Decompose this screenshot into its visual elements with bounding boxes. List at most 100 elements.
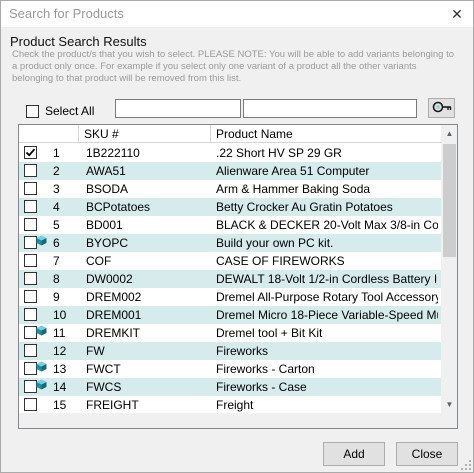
sku-filter-input[interactable]: [115, 99, 241, 118]
product-results-grid: SKU # Product Name 1 1B222110 .22 Short HV…: [18, 124, 458, 429]
search-button[interactable]: [428, 98, 455, 118]
checkmark-icon: [25, 148, 36, 157]
row-sku: BCPotatoes: [86, 200, 151, 214]
row-sku: FREIGHT: [86, 398, 139, 412]
row-checkbox[interactable]: [24, 308, 37, 321]
row-checkbox[interactable]: [24, 344, 37, 357]
table-row[interactable]: 6 BYOPC Build your own PC kit.: [19, 234, 441, 252]
row-product-name: BLACK & DECKER 20-Volt Max 3/8-in Cordle…: [216, 218, 438, 232]
select-all-control[interactable]: Select All: [26, 103, 94, 119]
row-sku: DW0002: [86, 272, 133, 286]
horizontal-scrollbar[interactable]: [19, 413, 457, 428]
row-number: 8: [53, 272, 60, 286]
table-row[interactable]: 8 DW0002 DEWALT 18-Volt 1/2-in Cordless Ba…: [19, 270, 441, 288]
table-row[interactable]: 4 BCPotatoes Betty Crocker Au Gratin Potat…: [19, 198, 441, 216]
select-all-checkbox[interactable]: [26, 104, 39, 118]
row-sku: FWCS: [86, 380, 122, 394]
table-row[interactable]: 12 FW Fireworks: [19, 342, 441, 360]
row-checkbox[interactable]: [24, 272, 37, 285]
table-row[interactable]: 7 COF CASE OF FIREWORKS: [19, 252, 441, 270]
row-product-name: Fireworks: [216, 344, 269, 358]
add-button[interactable]: Add: [323, 442, 385, 466]
horizontal-scroll-track[interactable]: [19, 413, 441, 428]
table-row[interactable]: 10 DREM001 Dremel Micro 18-Piece Variable-…: [19, 306, 441, 324]
row-number: 3: [53, 182, 60, 196]
column-header-sku[interactable]: SKU #: [79, 125, 211, 143]
search-key-icon: [432, 101, 452, 113]
scrollbar-corner: [441, 413, 457, 428]
row-number: 14: [53, 380, 67, 394]
table-row[interactable]: 15 FREIGHT Freight: [19, 396, 441, 414]
scroll-down-arrow-icon[interactable]: ▼: [441, 396, 457, 413]
row-product-name: Betty Crocker Au Gratin Potatoes: [216, 200, 393, 214]
row-sku: DREMKIT: [86, 326, 140, 340]
row-product-name: Dremel tool + Bit Kit: [216, 326, 323, 340]
row-number: 1: [53, 146, 60, 160]
table-row[interactable]: 1 1B222110 .22 Short HV SP 29 GR: [19, 144, 441, 162]
row-sku: FW: [86, 344, 105, 358]
instruction-note: Check the product/s that you wish to sel…: [12, 49, 455, 84]
row-number: 9: [53, 290, 60, 304]
row-checkbox[interactable]: [24, 218, 37, 231]
column-header-select[interactable]: [19, 125, 79, 143]
row-number: 15: [53, 398, 67, 412]
row-checkbox[interactable]: [24, 164, 37, 177]
row-number: 7: [53, 254, 60, 268]
close-button[interactable]: Close: [396, 442, 458, 466]
table-row[interactable]: 11 DREMKIT Dremel tool + Bit Kit: [19, 324, 441, 342]
section-title: Product Search Results: [10, 34, 147, 49]
row-product-name: Build your own PC kit.: [216, 236, 334, 250]
variant-cube-icon: [36, 379, 47, 390]
row-sku: BD001: [86, 218, 123, 232]
vertical-scrollbar[interactable]: ▲ ▼: [441, 125, 457, 413]
row-sku: DREM002: [86, 290, 142, 304]
row-product-name: Arm & Hammer Baking Soda: [216, 182, 371, 196]
search-products-dialog: Search for Products ✕ Product Search Res…: [0, 0, 474, 473]
scroll-up-arrow-icon[interactable]: ▲: [441, 125, 457, 142]
grid-rows: 1 1B222110 .22 Short HV SP 29 GR 2 AWA51 Alie…: [19, 144, 441, 428]
row-product-name: DEWALT 18-Volt 1/2-in Cordless Battery I…: [216, 272, 438, 286]
row-sku: 1B222110: [86, 146, 140, 160]
row-sku: COF: [86, 254, 112, 268]
table-row[interactable]: 2 AWA51 Alienware Area 51 Computer: [19, 162, 441, 180]
row-product-name: Dremel All-Purpose Rotary Tool Accessory…: [216, 290, 438, 304]
table-row[interactable]: 9 DREM002 Dremel All-Purpose Rotary Tool A…: [19, 288, 441, 306]
variant-cube-icon: [36, 325, 47, 336]
row-product-name: CASE OF FIREWORKS: [216, 254, 345, 268]
row-number: 2: [53, 164, 60, 178]
column-header-product-name[interactable]: Product Name: [211, 125, 441, 143]
row-number: 5: [53, 218, 60, 232]
row-sku: DREM001: [86, 308, 142, 322]
row-checkbox[interactable]: [24, 146, 37, 159]
row-product-name: Fireworks - Case: [216, 380, 307, 394]
row-sku: BSODA: [86, 182, 129, 196]
vertical-scroll-thumb[interactable]: [443, 144, 456, 257]
row-checkbox[interactable]: [24, 398, 37, 411]
row-product-name: .22 Short HV SP 29 GR: [216, 146, 342, 160]
row-product-name: Freight: [216, 398, 254, 412]
title-bar: Search for Products ✕: [1, 1, 473, 27]
row-checkbox[interactable]: [24, 254, 37, 267]
row-number: 12: [53, 344, 67, 358]
row-number: 11: [53, 326, 66, 340]
close-icon[interactable]: ✕: [441, 1, 473, 27]
row-checkbox[interactable]: [24, 200, 37, 213]
row-sku: AWA51: [86, 164, 126, 178]
row-product-name: Fireworks - Carton: [216, 362, 315, 376]
table-row[interactable]: 14 FWCS Fireworks - Case: [19, 378, 441, 396]
row-sku: FWCT: [86, 362, 121, 376]
table-row[interactable]: 3 BSODA Arm & Hammer Baking Soda: [19, 180, 441, 198]
row-checkbox[interactable]: [24, 290, 37, 303]
row-checkbox[interactable]: [24, 182, 37, 195]
table-row[interactable]: 5 BD001 BLACK & DECKER 20-Volt Max 3/8-in …: [19, 216, 441, 234]
row-sku: BYOPC: [86, 236, 129, 250]
select-all-label[interactable]: Select All: [45, 104, 94, 118]
grid-header: SKU # Product Name: [19, 125, 441, 143]
window-title: Search for Products: [9, 6, 124, 21]
resize-grip-icon[interactable]: [461, 460, 471, 470]
row-number: 13: [53, 362, 67, 376]
row-number: 4: [53, 200, 60, 214]
variant-cube-icon: [36, 361, 47, 372]
table-row[interactable]: 13 FWCT Fireworks - Carton: [19, 360, 441, 378]
product-name-filter-input[interactable]: [243, 99, 417, 118]
